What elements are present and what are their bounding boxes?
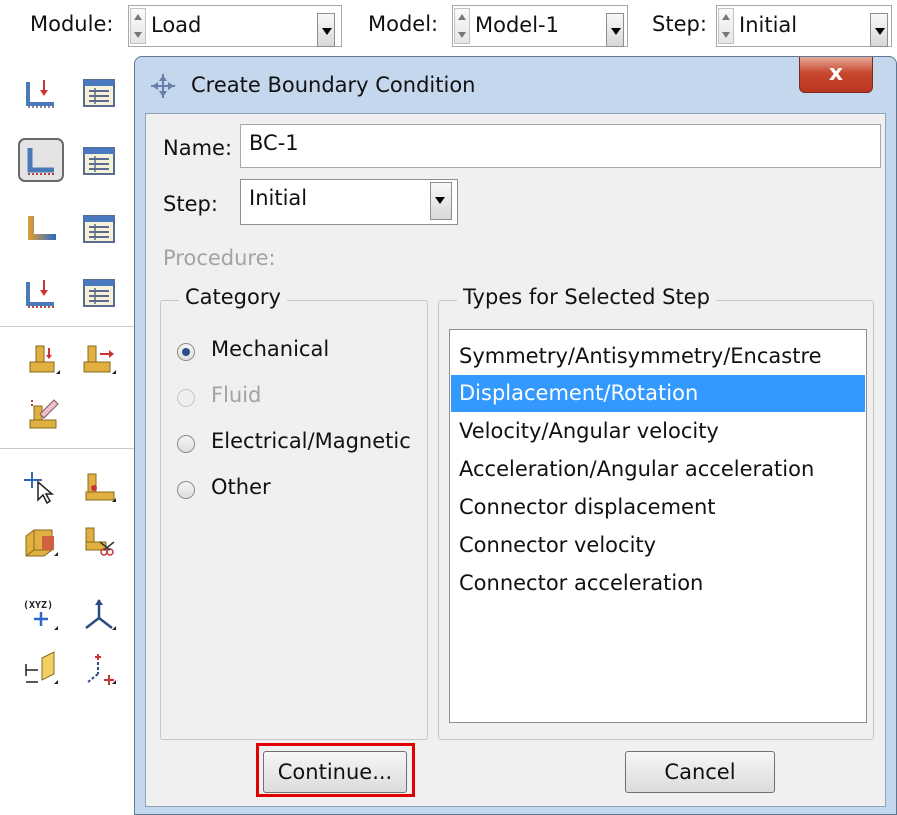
datum-axis-icon[interactable] [80, 596, 118, 634]
step-label: Step: [163, 192, 218, 216]
name-field[interactable]: BC-1 [240, 124, 881, 168]
create-bc-icon[interactable] [18, 138, 64, 182]
step-select-value: Initial [249, 186, 308, 210]
module-combo[interactable]: Load [128, 5, 342, 47]
datum-plane-icon[interactable] [22, 650, 60, 688]
list-item[interactable]: Connector displacement [451, 489, 865, 526]
radio-mechanical[interactable] [177, 343, 195, 361]
set-bc-icon[interactable] [80, 468, 118, 506]
module-spin-icon[interactable] [130, 8, 146, 44]
toolbox-divider [0, 448, 134, 449]
context-bar: Module: Load Model: Model-1 Step: Initia… [0, 0, 897, 56]
radio-mechanical-label: Mechanical [211, 337, 330, 361]
model-dropdown-arrow-icon[interactable] [606, 13, 624, 47]
create-boundary-condition-dialog: Create Boundary Condition x Name: BC-1 S… [134, 56, 897, 815]
step-select[interactable]: Initial [240, 179, 458, 225]
step-dropdown-arrow-icon[interactable] [430, 182, 452, 220]
module-label: Module: [30, 12, 114, 36]
radio-fluid [177, 389, 195, 407]
datum-point-icon[interactable] [80, 650, 118, 688]
list-item[interactable]: Velocity/Angular velocity [451, 413, 865, 450]
abaqus-logo-icon [151, 74, 175, 98]
create-datum-csys-icon[interactable]: (XYZ) [22, 596, 60, 634]
load-case-manager-icon[interactable] [80, 274, 118, 312]
radio-other[interactable] [177, 481, 195, 499]
radio-other-label: Other [211, 475, 271, 499]
step-label: Step: [652, 12, 707, 36]
model-spin-icon[interactable] [454, 8, 470, 44]
toolbox-divider [0, 326, 134, 327]
dialog-body: Name: BC-1 Step: Initial Procedure: Cate… [145, 113, 886, 807]
load-module-toolbox: (XYZ) [0, 56, 134, 815]
list-item[interactable]: Connector acceleration [451, 565, 865, 602]
list-item[interactable]: Connector velocity [451, 527, 865, 564]
radio-fluid-label: Fluid [211, 383, 262, 407]
edit-attribute-icon[interactable] [24, 394, 62, 432]
types-title: Types for Selected Step [457, 285, 716, 309]
module-dropdown-arrow-icon[interactable] [317, 13, 335, 47]
create-load-case-icon[interactable] [22, 274, 60, 312]
cut-tool-icon[interactable] [80, 522, 118, 560]
module-value: Load [151, 13, 202, 37]
predefined-field-manager-icon[interactable] [80, 210, 118, 248]
step-spin-icon[interactable] [718, 8, 734, 44]
model-value: Model-1 [475, 13, 559, 37]
close-button[interactable]: x [799, 57, 873, 93]
types-group: Types for Selected Step Symmetry/Antisym… [438, 285, 874, 740]
list-item-selected[interactable]: Displacement/Rotation [451, 375, 865, 412]
category-group: Category Mechanical Fluid Electrical/Mag… [160, 285, 428, 740]
list-item[interactable]: Symmetry/Antisymmetry/Encastre [451, 338, 865, 375]
step-dropdown-arrow-icon[interactable] [870, 13, 888, 47]
load-manager-icon[interactable] [80, 74, 118, 112]
query-tool-icon[interactable] [22, 468, 60, 506]
continue-highlight-box [256, 743, 415, 797]
dialog-title: Create Boundary Condition [191, 73, 476, 97]
create-predefined-field-icon[interactable] [22, 210, 60, 248]
category-title: Category [179, 285, 287, 309]
step-combo[interactable]: Initial [716, 5, 892, 47]
model-combo[interactable]: Model-1 [452, 5, 628, 47]
model-label: Model: [368, 12, 439, 36]
special-loads-icon[interactable] [24, 340, 62, 378]
bc-manager-icon[interactable] [80, 142, 118, 180]
name-label: Name: [163, 136, 233, 160]
svg-text:(XYZ): (XYZ) [23, 600, 53, 611]
create-load-icon[interactable] [22, 74, 60, 112]
list-item[interactable]: Acceleration/Angular acceleration [451, 451, 865, 488]
cancel-button[interactable]: Cancel [625, 751, 775, 793]
partition-icon[interactable] [22, 522, 60, 560]
procedure-label: Procedure: [163, 246, 276, 270]
types-list[interactable]: Symmetry/Antisymmetry/Encastre Displacem… [449, 329, 867, 723]
dialog-titlebar[interactable]: Create Boundary Condition x [135, 57, 896, 115]
step-value: Initial [739, 13, 798, 37]
radio-electrical-label: Electrical/Magnetic [211, 429, 411, 453]
radio-electrical[interactable] [177, 435, 195, 453]
special-bc-icon[interactable] [80, 340, 118, 378]
